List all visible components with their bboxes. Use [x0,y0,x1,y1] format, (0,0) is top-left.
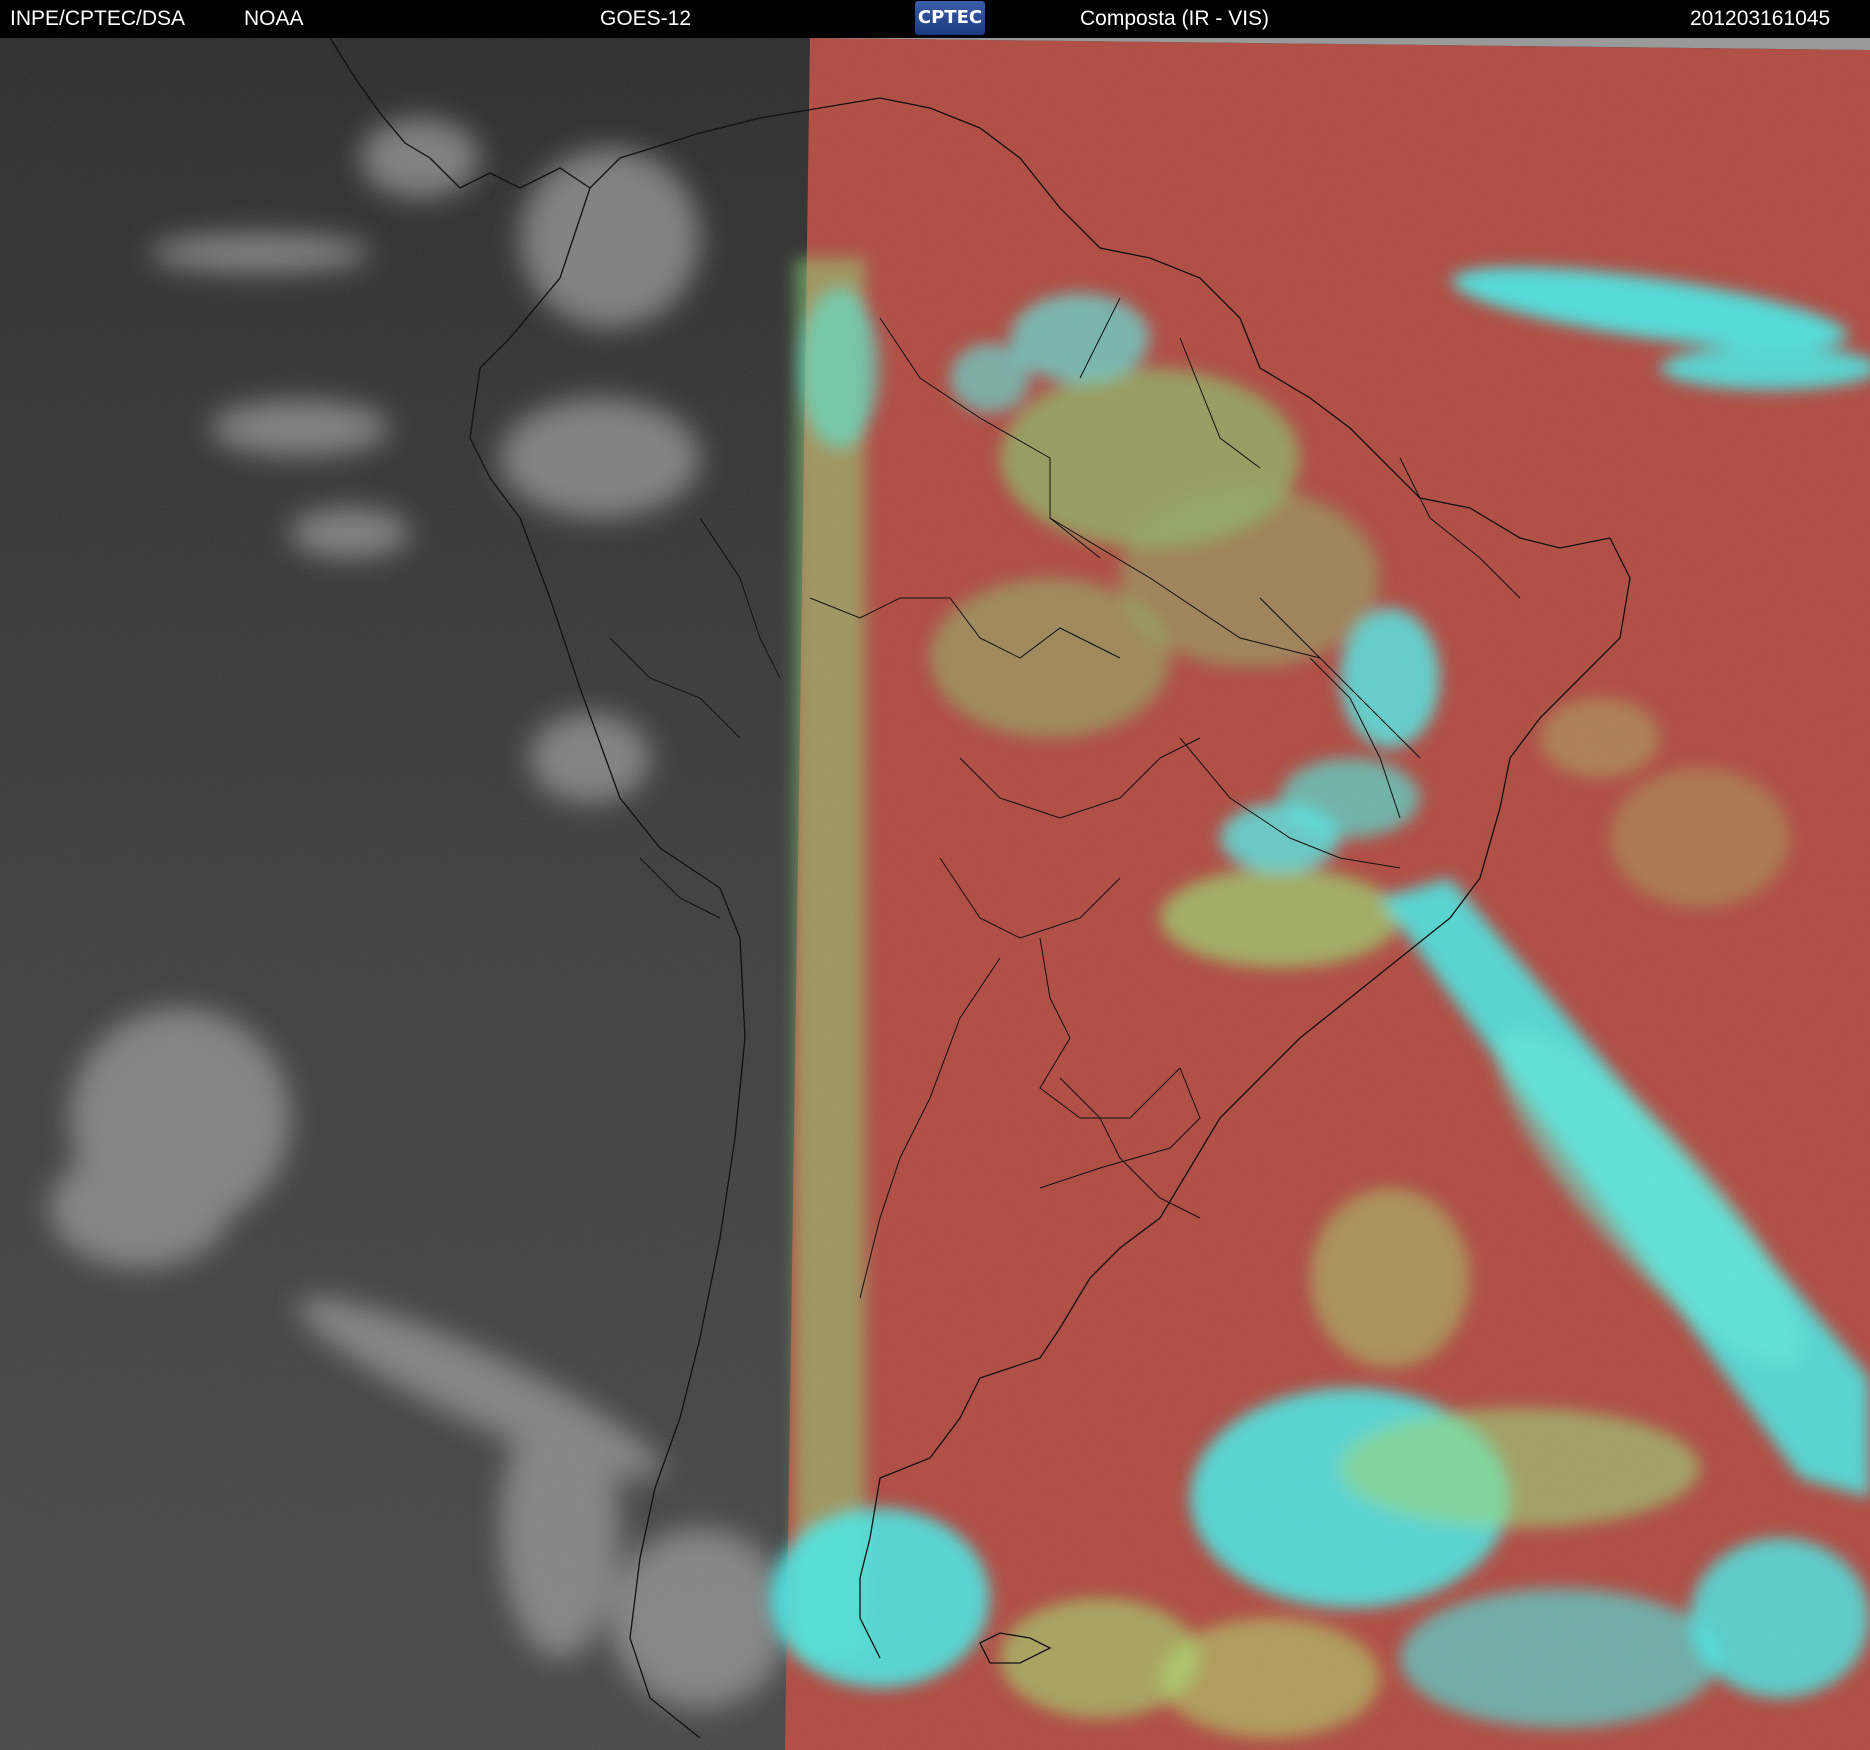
satellite-label: GOES-12 [600,7,692,30]
satellite-image [0,38,1870,1750]
product-label: Composta (IR - VIS) [1080,7,1270,30]
header-bar: INPE/CPTEC/DSA NOAA GOES-12 CPTEC Compos… [0,0,1870,38]
timestamp-label: 201203161045 [1690,7,1831,30]
agency-label: INPE/CPTEC/DSA [10,7,186,30]
cptec-logo: CPTEC [915,1,985,35]
satellite-map [0,38,1870,1750]
partner-label: NOAA [244,7,304,30]
